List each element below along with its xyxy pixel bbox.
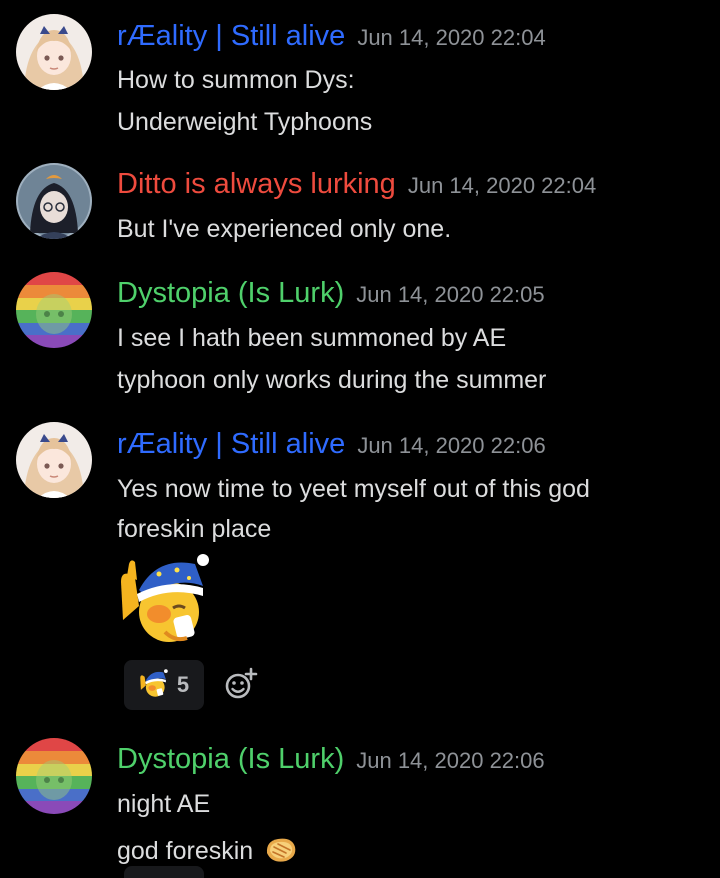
avatar[interactable]	[16, 14, 92, 90]
message-text: god foreskin	[117, 837, 254, 865]
avatar[interactable]	[16, 738, 92, 814]
author-name[interactable]: Dystopia (Is Lurk)	[117, 743, 344, 776]
message-text: I see I hath been summoned by AE	[117, 324, 507, 352]
author-name[interactable]: rÆality | Still alive	[117, 20, 345, 53]
bread-emoji	[264, 833, 298, 867]
timestamp: Jun 14, 2020 22:06	[356, 748, 545, 773]
reaction-count: 5	[176, 672, 190, 697]
timestamp: Jun 14, 2020 22:06	[357, 433, 546, 458]
wave-goodnight-emoji	[139, 668, 169, 703]
timestamp: Jun 14, 2020 22:04	[407, 173, 597, 198]
avatar[interactable]	[16, 272, 92, 348]
author-name[interactable]: Ditto is always lurking	[117, 168, 396, 201]
avatar[interactable]	[16, 422, 92, 498]
avatar[interactable]	[16, 163, 92, 239]
wave-goodnight-emoji[interactable]	[117, 550, 213, 646]
message-text: Yes now time to yeet myself out of this …	[117, 475, 590, 503]
reaction-pill[interactable]: 5	[124, 660, 204, 710]
author-name[interactable]: Dystopia (Is Lurk)	[117, 277, 344, 310]
timestamp: Jun 14, 2020 22:05	[356, 282, 545, 307]
message-text: Underweight Typhoons	[117, 108, 373, 136]
author-name[interactable]: rÆality | Still alive	[117, 428, 345, 461]
reaction-pill[interactable]	[124, 866, 204, 878]
message-text: But I've experienced only one.	[117, 215, 452, 243]
add-reaction-icon[interactable]	[222, 666, 258, 702]
message-text: typhoon only works during the summer	[117, 366, 547, 394]
message-line: god foreskin	[117, 833, 298, 867]
message-text: night AE	[117, 790, 211, 818]
message-text: foreskin place	[117, 515, 272, 543]
timestamp: Jun 14, 2020 22:04	[357, 25, 546, 50]
message-text: How to summon Dys:	[117, 66, 355, 94]
